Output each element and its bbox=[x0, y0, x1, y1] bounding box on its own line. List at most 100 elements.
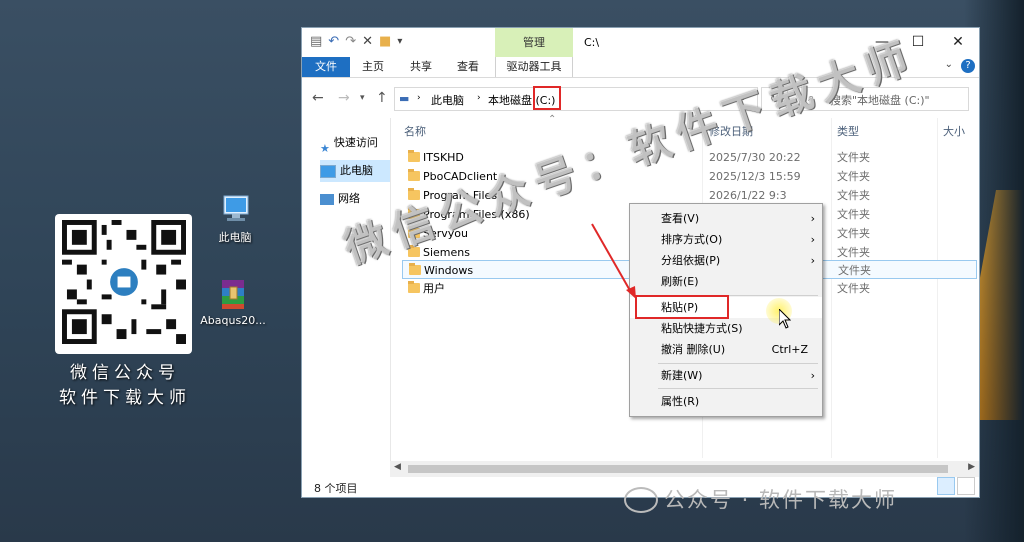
highlight-box-drive bbox=[533, 86, 561, 110]
menu-item-new[interactable]: 新建(W) › bbox=[630, 365, 822, 386]
status-item-count: 8 个项目 bbox=[314, 482, 358, 495]
scroll-right-icon[interactable]: ▶ bbox=[968, 462, 975, 472]
file-date: 2025/12/3 15:59 bbox=[709, 170, 801, 183]
this-pc-icon bbox=[223, 195, 249, 221]
column-header-type[interactable]: 类型 bbox=[837, 122, 859, 142]
nav-item-label: 快速访问 bbox=[333, 136, 378, 149]
file-name: Windows bbox=[424, 264, 474, 277]
ribbon-expand-icon[interactable]: ⌄ bbox=[945, 59, 953, 70]
menu-item-sort-by[interactable]: 排序方式(O) › bbox=[630, 229, 822, 250]
wechat-icon bbox=[624, 487, 658, 513]
folder-icon bbox=[408, 281, 420, 293]
chevron-right-icon: › bbox=[810, 212, 815, 225]
redo-icon[interactable]: ↷ bbox=[345, 34, 356, 49]
window-title: C:\ bbox=[584, 36, 600, 49]
qr-caption-line2: 软件下载大师 bbox=[59, 388, 191, 408]
computer-icon: ▬ bbox=[399, 92, 410, 105]
nav-item-quick-access[interactable]: ★ 快速访问 bbox=[320, 132, 390, 155]
file-date: 2025/7/30 20:22 bbox=[709, 151, 801, 164]
winrar-archive-icon bbox=[222, 280, 244, 309]
scroll-left-icon[interactable]: ◀ bbox=[394, 462, 401, 472]
column-header-size[interactable]: 大小 bbox=[943, 122, 965, 142]
file-type: 文件夹 bbox=[837, 227, 870, 240]
folder-icon bbox=[408, 150, 420, 162]
nav-item-label: 此电脑 bbox=[340, 164, 373, 177]
menu-item-undo-delete[interactable]: 撤消 删除(U) Ctrl+Z bbox=[630, 339, 822, 360]
computer-icon bbox=[320, 164, 336, 178]
desktop-icon-label: Abaqus20... bbox=[200, 314, 266, 327]
star-icon: ★ bbox=[320, 141, 330, 155]
chevron-right-icon: › bbox=[810, 369, 815, 382]
qat-dropdown-icon[interactable]: ▾ bbox=[397, 36, 402, 47]
file-type: 文件夹 bbox=[838, 264, 871, 277]
qr-code-icon bbox=[62, 220, 186, 344]
menu-item-label: 撤消 删除(U) bbox=[661, 343, 726, 356]
file-name: 用户 bbox=[423, 282, 445, 295]
menu-separator bbox=[658, 363, 818, 364]
desktop-icon-label: 此电脑 bbox=[218, 231, 252, 244]
menu-item-label: 新建(W) bbox=[661, 369, 703, 382]
folder-icon bbox=[409, 263, 421, 275]
desktop-icon-archive[interactable]: Abaqus20... bbox=[198, 277, 268, 327]
menu-separator bbox=[658, 388, 818, 389]
column-header-name[interactable]: 名称 bbox=[404, 122, 426, 142]
close-button[interactable]: ✕ bbox=[940, 32, 976, 52]
watermark-footer: 公众号 · 软件下载大师 bbox=[664, 488, 898, 512]
back-button[interactable]: ← bbox=[312, 90, 324, 106]
file-type: 文件夹 bbox=[837, 282, 870, 295]
file-type: 文件夹 bbox=[837, 151, 870, 164]
breadcrumb-this-pc[interactable]: 此电脑 bbox=[431, 92, 464, 108]
file-type: 文件夹 bbox=[837, 208, 870, 221]
forward-button[interactable]: → bbox=[338, 90, 350, 106]
menu-item-label: 粘贴快捷方式(S) bbox=[661, 322, 743, 335]
undo-icon[interactable]: ↶ bbox=[328, 34, 339, 49]
mouse-cursor-icon bbox=[779, 309, 791, 329]
menu-item-label: 排序方式(O) bbox=[661, 233, 723, 246]
navigation-pane: ★ 快速访问 此电脑 网络 bbox=[302, 118, 390, 463]
qr-caption-line1: 微信公众号 bbox=[70, 363, 180, 383]
menu-item-view[interactable]: 查看(V) › bbox=[630, 208, 822, 229]
menu-item-label: 查看(V) bbox=[661, 212, 700, 225]
menu-item-properties[interactable]: 属性(R) bbox=[630, 391, 822, 412]
network-icon bbox=[320, 193, 334, 205]
new-folder-icon[interactable]: ■ bbox=[379, 34, 391, 49]
tab-file[interactable]: 文件 bbox=[302, 57, 350, 77]
menu-item-label: 分组依据(P) bbox=[661, 254, 721, 267]
red-arrow-annotation bbox=[591, 223, 636, 299]
menu-item-group-by[interactable]: 分组依据(P) › bbox=[630, 250, 822, 271]
delete-icon[interactable]: ✕ bbox=[362, 34, 373, 49]
scrollbar-thumb[interactable] bbox=[408, 465, 948, 473]
menu-item-label: 属性(R) bbox=[661, 395, 700, 408]
nav-item-this-pc[interactable]: 此电脑 bbox=[320, 160, 390, 182]
tab-home[interactable]: 主页 bbox=[354, 57, 392, 77]
desktop-icon-this-pc[interactable]: 此电脑 bbox=[200, 192, 270, 245]
menu-item-shortcut: Ctrl+Z bbox=[771, 343, 808, 356]
properties-icon[interactable]: ▤ bbox=[310, 34, 322, 49]
file-type: 文件夹 bbox=[837, 189, 870, 202]
chevron-right-icon: › bbox=[417, 93, 421, 103]
nav-item-label: 网络 bbox=[338, 192, 360, 205]
sort-ascending-icon: ⌃ bbox=[548, 114, 557, 125]
chevron-right-icon: › bbox=[810, 233, 815, 246]
chevron-right-icon: › bbox=[477, 93, 481, 103]
menu-item-refresh[interactable]: 刷新(E) bbox=[630, 271, 822, 292]
tab-share[interactable]: 共享 bbox=[402, 57, 440, 77]
details-view-icon[interactable] bbox=[937, 477, 955, 495]
menu-item-paste-shortcut[interactable]: 粘贴快捷方式(S) bbox=[630, 318, 822, 339]
menu-item-label: 刷新(E) bbox=[661, 275, 699, 288]
highlight-box-paste bbox=[635, 295, 729, 319]
recent-dropdown-icon[interactable]: ▾ bbox=[360, 93, 365, 103]
chevron-right-icon: › bbox=[810, 254, 815, 267]
pane-divider[interactable] bbox=[390, 118, 391, 463]
qr-code-card bbox=[55, 214, 192, 354]
contextual-tab-manage[interactable]: 管理 bbox=[495, 28, 573, 57]
large-icons-view-icon[interactable] bbox=[957, 477, 975, 495]
horizontal-scrollbar[interactable]: ◀ ▶ bbox=[390, 461, 979, 477]
tab-drive-tools[interactable]: 驱动器工具 bbox=[495, 57, 573, 77]
help-icon[interactable]: ? bbox=[961, 59, 975, 73]
file-name: ITSKHD bbox=[423, 151, 464, 164]
up-button[interactable]: ↑ bbox=[376, 90, 388, 106]
folder-icon bbox=[408, 169, 420, 181]
quick-access-toolbar: ▤ ↶ ↷ ✕ ■ ▾ bbox=[310, 34, 402, 49]
tab-view[interactable]: 查看 bbox=[449, 57, 487, 77]
